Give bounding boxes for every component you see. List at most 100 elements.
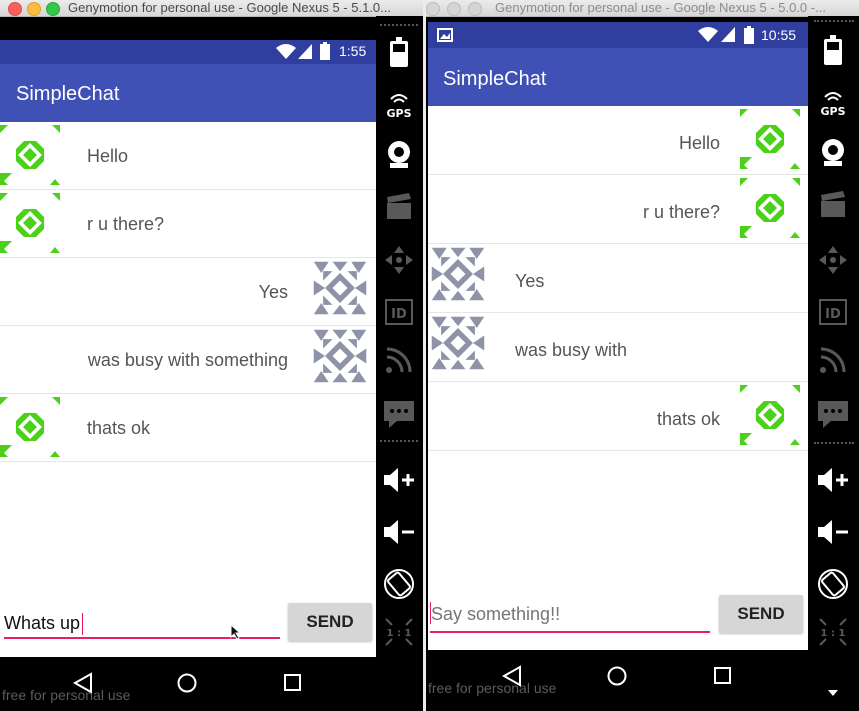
dpad-icon[interactable] — [376, 238, 422, 282]
gps-icon[interactable]: GPS — [810, 80, 856, 124]
rss-icon[interactable] — [376, 338, 422, 382]
emulator-toolbar: GPS ID 1 : 1 — [808, 16, 859, 711]
message-list[interactable]: Hello r u there? Yes was busy with thats… — [428, 106, 808, 452]
green-identicon-icon — [0, 193, 60, 253]
android-nav-bar: free for personal use — [0, 657, 376, 711]
message-text: was busy with something — [87, 350, 288, 370]
id-icon[interactable]: ID — [376, 290, 422, 334]
clapper-icon[interactable] — [376, 184, 422, 228]
status-clock: 1:55 — [339, 43, 367, 59]
message-row: Yes — [0, 258, 376, 326]
home-button[interactable] — [606, 665, 628, 687]
green-identicon-icon — [0, 125, 60, 185]
message-text: Yes — [258, 282, 288, 302]
app-title: SimpleChat — [443, 68, 547, 90]
dropdown-arrow-icon[interactable] — [828, 690, 838, 698]
android-screen: 1:55 SimpleChat Hello r u there? Yes was… — [0, 40, 376, 657]
volume-down-icon[interactable] — [376, 510, 422, 554]
app-toolbar: SimpleChat — [428, 48, 808, 106]
message-row: thats ok — [428, 382, 808, 451]
id-label: ID — [391, 307, 407, 322]
webcam-icon[interactable] — [376, 132, 422, 176]
home-button[interactable] — [176, 672, 198, 694]
scale-icon[interactable]: 1 : 1 — [810, 610, 856, 654]
send-button[interactable]: SEND — [288, 603, 372, 641]
android-nav-bar: free for personal use — [426, 650, 808, 711]
message-row: r u there? — [428, 175, 808, 244]
minimize-window-button[interactable] — [447, 2, 461, 16]
text-cursor — [430, 602, 431, 624]
close-window-button[interactable] — [426, 2, 440, 16]
wifi-icon — [698, 27, 718, 42]
cell-signal-icon — [721, 27, 735, 42]
sms-icon[interactable] — [810, 392, 856, 436]
volume-down-icon[interactable] — [810, 510, 856, 554]
zoom-window-button[interactable] — [468, 2, 482, 16]
mouse-pointer-icon — [230, 624, 242, 640]
minimize-window-button[interactable] — [27, 2, 41, 16]
window-title: Genymotion for personal use - Google Nex… — [495, 0, 826, 15]
emulator-toolbar: GPS ID 1 : 1 — [376, 16, 423, 657]
scale-label: 1 : 1 — [387, 628, 412, 639]
toolbar-divider — [814, 442, 854, 444]
rotate-icon[interactable] — [376, 562, 422, 606]
recents-button[interactable] — [713, 666, 733, 686]
window-titlebar[interactable]: Genymotion for personal use - Google Nex… — [0, 0, 423, 17]
toolbar-divider — [814, 20, 854, 22]
message-text: thats ok — [656, 409, 720, 429]
battery-icon[interactable] — [376, 30, 422, 74]
battery-icon[interactable] — [810, 28, 856, 72]
emulator-window-left: Genymotion for personal use - Google Nex… — [0, 0, 423, 711]
message-row: thats ok — [0, 394, 376, 462]
gray-identicon-icon — [428, 244, 488, 304]
volume-up-icon[interactable] — [810, 458, 856, 502]
message-text: r u there? — [642, 202, 720, 222]
message-list[interactable]: Hello r u there? Yes was busy with somet… — [0, 122, 376, 462]
gps-label: GPS — [386, 107, 411, 119]
send-button[interactable]: SEND — [719, 595, 803, 633]
clapper-icon[interactable] — [810, 182, 856, 226]
message-row: Yes — [428, 244, 808, 313]
status-bar: 10:55 — [428, 22, 808, 48]
message-text: thats ok — [87, 418, 151, 438]
status-bar: 1:55 — [0, 40, 376, 64]
dpad-icon[interactable] — [810, 238, 856, 282]
message-input[interactable] — [429, 601, 711, 627]
message-input[interactable]: Whats up — [4, 613, 80, 634]
emulator-window-right: Genymotion for personal use - Google Nex… — [426, 0, 859, 711]
green-identicon-icon — [740, 178, 800, 238]
window-titlebar[interactable]: Genymotion for personal use - Google Nex… — [426, 0, 859, 17]
wifi-icon — [276, 44, 296, 59]
volume-up-icon[interactable] — [376, 458, 422, 502]
scale-icon[interactable]: 1 : 1 — [376, 610, 422, 654]
battery-status-icon — [320, 42, 330, 60]
toolbar-divider — [380, 24, 418, 26]
message-row: Hello — [0, 122, 376, 190]
status-clock: 10:55 — [761, 27, 797, 43]
message-row: was busy with something — [0, 326, 376, 394]
message-row: Hello — [428, 106, 808, 175]
gray-identicon-icon — [428, 313, 488, 373]
message-row: was busy with — [428, 313, 808, 382]
green-identicon-icon — [740, 385, 800, 445]
message-text: Hello — [87, 146, 129, 166]
app-toolbar: SimpleChat — [0, 64, 376, 122]
gray-identicon-icon — [310, 258, 370, 318]
gray-identicon-icon — [310, 326, 370, 386]
rss-icon[interactable] — [810, 338, 856, 382]
recents-button[interactable] — [283, 673, 303, 693]
message-text: was busy with — [515, 340, 628, 360]
id-icon[interactable]: ID — [810, 290, 856, 334]
close-window-button[interactable] — [8, 2, 22, 16]
watermark-text: free for personal use — [2, 687, 131, 703]
zoom-window-button[interactable] — [46, 2, 60, 16]
notification-image-icon — [437, 28, 453, 42]
gps-icon[interactable]: GPS — [376, 82, 422, 126]
input-underline — [430, 631, 710, 633]
sms-icon[interactable] — [376, 392, 422, 436]
scale-label: 1 : 1 — [821, 628, 846, 639]
rotate-icon[interactable] — [810, 562, 856, 606]
text-cursor — [82, 613, 83, 635]
webcam-icon[interactable] — [810, 130, 856, 174]
message-row: r u there? — [0, 190, 376, 258]
